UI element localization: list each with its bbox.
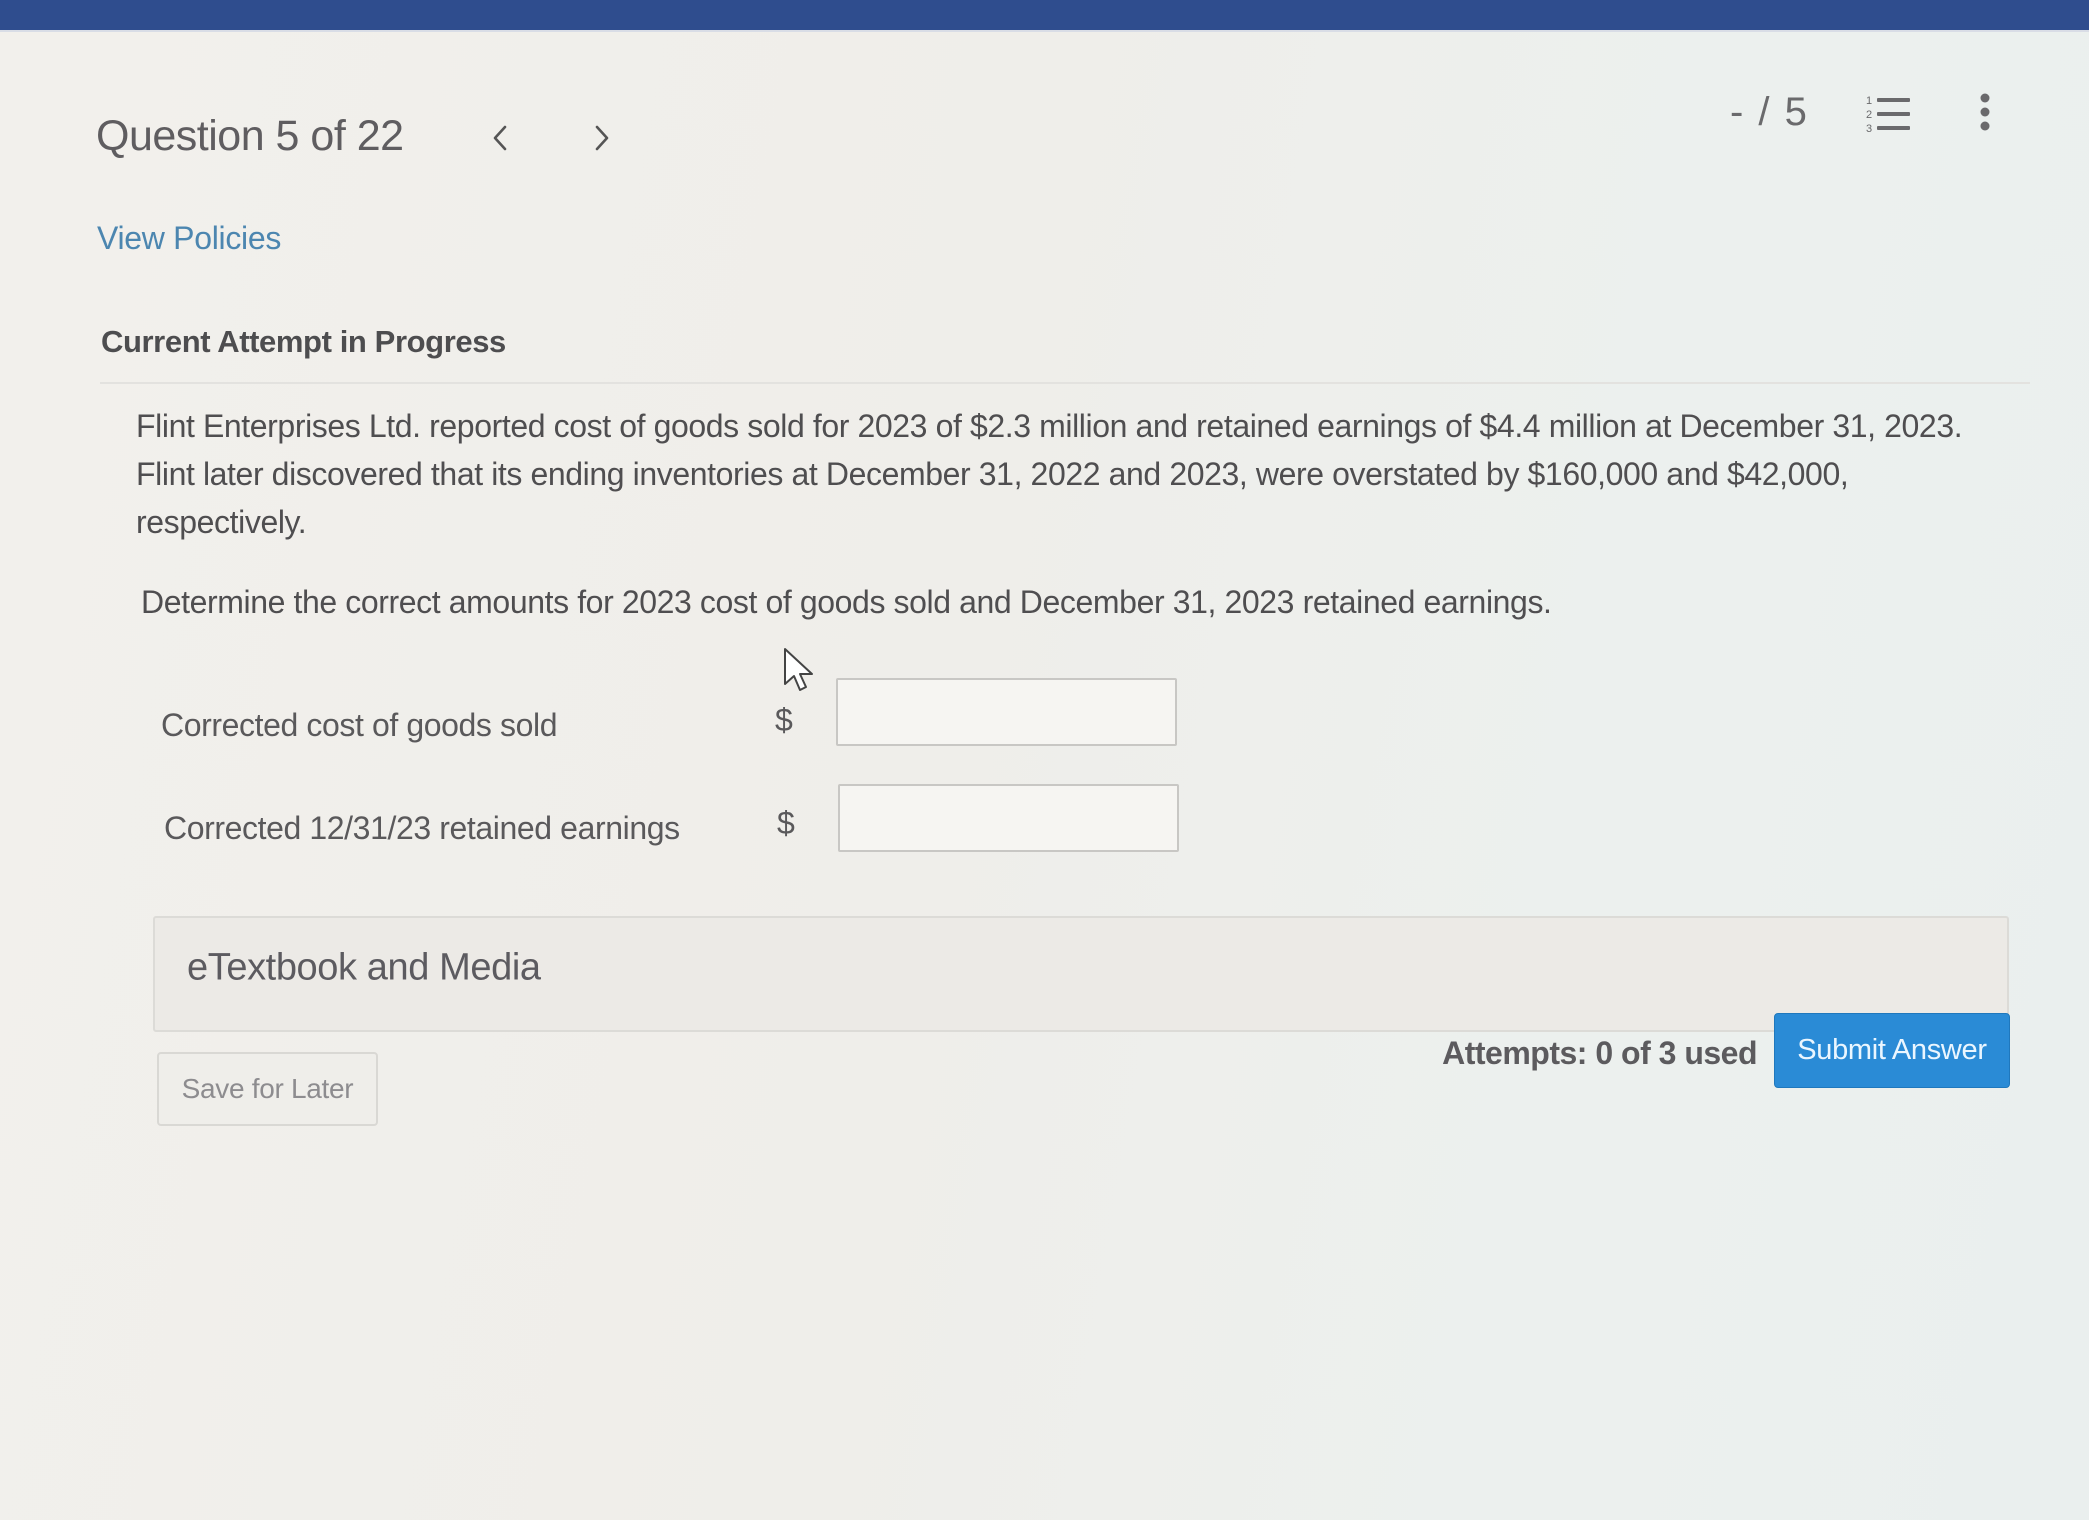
cogs-label: Corrected cost of goods sold bbox=[161, 707, 558, 743]
cogs-answer-input[interactable] bbox=[836, 678, 1177, 746]
submit-answer-button[interactable]: Submit Answer bbox=[1774, 1013, 2010, 1088]
question-page: Question 5 of 22 - / 5 1 2 3 View Polici… bbox=[0, 32, 2089, 1520]
question-counter: Question 5 of 22 bbox=[96, 112, 404, 160]
kebab-menu-icon[interactable] bbox=[1972, 90, 1998, 136]
previous-question-button[interactable] bbox=[482, 116, 518, 160]
next-question-button[interactable] bbox=[584, 116, 620, 160]
chevron-right-icon bbox=[595, 125, 609, 151]
save-for-later-button[interactable]: Save for Later bbox=[157, 1052, 378, 1126]
section-divider bbox=[100, 382, 2030, 384]
attempt-status-heading: Current Attempt in Progress bbox=[101, 324, 506, 359]
numbered-list-icon[interactable]: 1 2 3 bbox=[1866, 92, 1912, 136]
svg-text:1: 1 bbox=[1866, 95, 1872, 107]
mouse-pointer-icon bbox=[784, 648, 813, 691]
svg-text:3: 3 bbox=[1866, 123, 1872, 135]
svg-text:2: 2 bbox=[1866, 109, 1872, 121]
retained-earnings-label: Corrected 12/31/23 retained earnings bbox=[164, 810, 680, 846]
chevron-left-icon bbox=[493, 125, 507, 151]
question-instruction: Determine the correct amounts for 2023 c… bbox=[141, 584, 1552, 620]
retained-earnings-currency-symbol: $ bbox=[777, 805, 795, 841]
etextbook-media-panel[interactable]: eTextbook and Media bbox=[153, 916, 2009, 1032]
top-bar bbox=[0, 0, 2089, 32]
view-policies-link[interactable]: View Policies bbox=[97, 220, 281, 257]
retained-earnings-answer-input[interactable] bbox=[838, 784, 1179, 852]
score-display: - / 5 bbox=[1730, 90, 1809, 134]
problem-statement: Flint Enterprises Ltd. reported cost of … bbox=[136, 408, 1963, 540]
attempts-counter: Attempts: 0 of 3 used bbox=[1442, 1035, 1757, 1071]
cogs-currency-symbol: $ bbox=[775, 702, 793, 738]
etextbook-media-label: eTextbook and Media bbox=[187, 946, 541, 989]
